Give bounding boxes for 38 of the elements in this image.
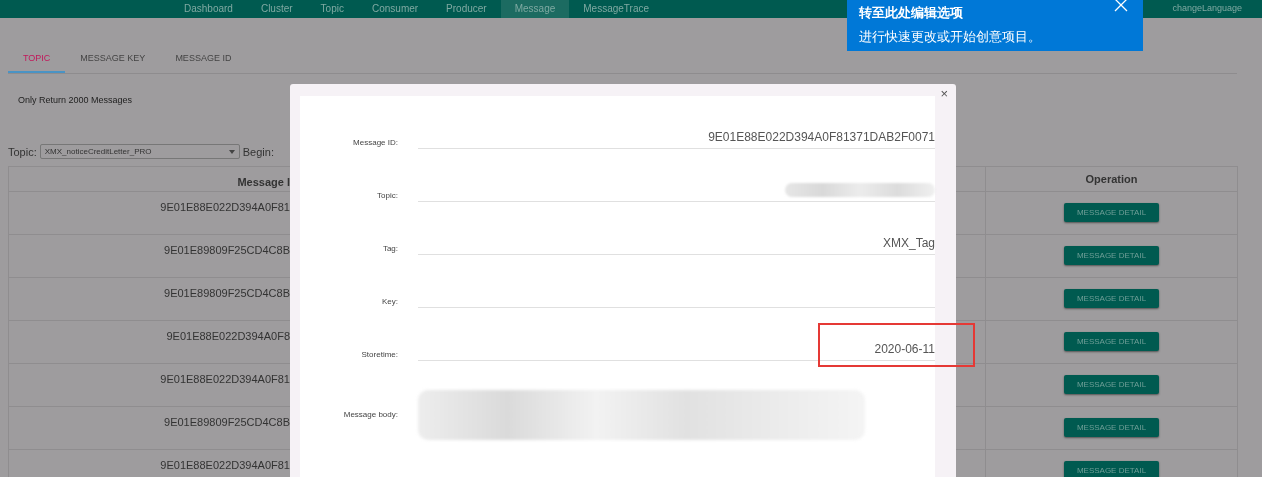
nav-link[interactable]: MessageTrace (569, 0, 664, 18)
message-detail-button[interactable]: MESSAGE DETAIL (1064, 203, 1159, 223)
column-header: Operation (985, 166, 1238, 191)
nav-link[interactable]: Producer (432, 0, 501, 18)
toast-title: 转至此处编辑选项 (859, 5, 963, 20)
topic-select[interactable]: XMX_noticeCreditLetter_PRO (39, 144, 240, 160)
field-label: Tag: (381, 243, 398, 255)
field-label: Storetime: (360, 349, 398, 361)
field-value: 9E01E88E022D394A0F81371DAB2F0071 (418, 125, 935, 149)
field-value: 2020-06-11 (418, 337, 935, 361)
message-detail-button[interactable]: MESSAGE DETAIL (1064, 375, 1159, 395)
nav-link[interactable]: Topic (306, 0, 358, 18)
begin-label: Begin: (242, 144, 274, 160)
nav-link[interactable]: Cluster (246, 0, 307, 18)
close-button[interactable]: × (940, 86, 948, 102)
field-value: XMX_Tag (418, 231, 935, 255)
caret-icon (228, 149, 235, 154)
nav-link[interactable]: Message (500, 0, 570, 18)
message-detail-button[interactable]: MESSAGE DETAIL (1064, 246, 1159, 266)
field-label: Message body: (342, 409, 398, 421)
column-header: Message I (8, 166, 291, 191)
message-detail-button[interactable]: MESSAGE DETAIL (1064, 461, 1159, 477)
toast-message: 进行快速更改或开始创意项目。 (859, 29, 1041, 45)
close-icon[interactable] (1114, 0, 1128, 12)
tab[interactable]: MESSAGE ID (160, 45, 247, 73)
nav-link[interactable]: Dashboard (170, 0, 247, 18)
notice-text: Only Return 2000 Messages (18, 94, 134, 107)
field-label: Topic: (376, 190, 398, 202)
field-label: Key: (381, 296, 398, 308)
tab[interactable]: TOPIC (8, 45, 66, 73)
message-detail-button[interactable]: MESSAGE DETAIL (1064, 418, 1159, 438)
message-detail-button[interactable]: MESSAGE DETAIL (1064, 332, 1159, 352)
nav-link[interactable]: Consumer (357, 0, 433, 18)
topic-label: Topic: (8, 144, 37, 160)
tab[interactable]: MESSAGE KEY (65, 45, 161, 73)
language-link[interactable]: changeLanguage (1172, 2, 1242, 16)
message-detail-button[interactable]: MESSAGE DETAIL (1064, 289, 1159, 309)
field-label: Message ID: (352, 137, 398, 149)
